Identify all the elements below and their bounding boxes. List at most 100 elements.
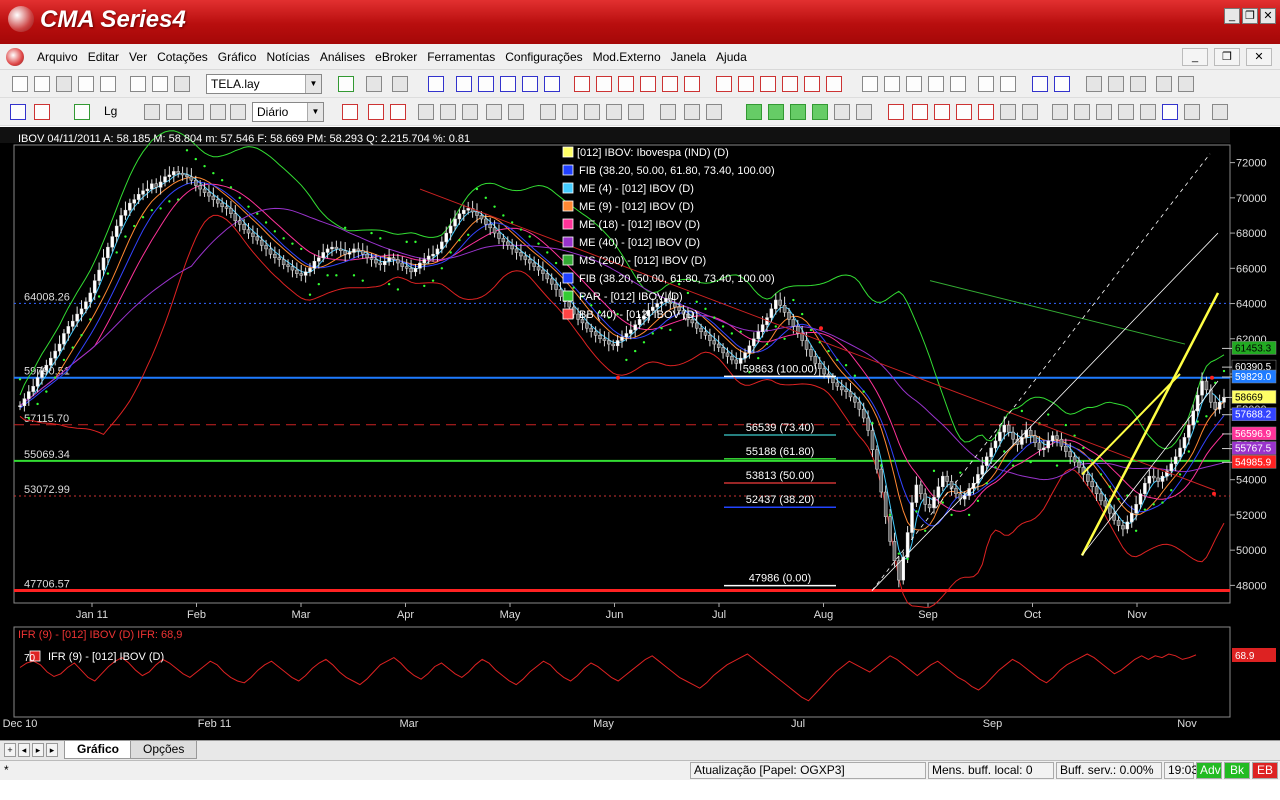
scale-icon[interactable] bbox=[1130, 76, 1146, 92]
layout-combo[interactable]: TELA.lay ▼ bbox=[206, 74, 322, 94]
menu-analises[interactable]: Análises bbox=[315, 50, 370, 64]
indicator-mo-icon[interactable] bbox=[684, 76, 700, 92]
new-file-icon[interactable] bbox=[12, 76, 28, 92]
green-box-4-icon[interactable] bbox=[812, 104, 828, 120]
gann-icon[interactable] bbox=[486, 104, 502, 120]
indicator-el-icon[interactable] bbox=[618, 76, 634, 92]
arrow-down-icon[interactable] bbox=[1054, 76, 1070, 92]
select-icon[interactable] bbox=[1022, 104, 1038, 120]
print-icon[interactable] bbox=[100, 76, 116, 92]
menu-grafico[interactable]: Gráfico bbox=[213, 50, 262, 64]
window-minimize-button[interactable]: _ bbox=[1224, 8, 1240, 24]
green-box-icon[interactable] bbox=[746, 104, 762, 120]
paste-icon[interactable] bbox=[152, 76, 168, 92]
tab-grafico[interactable]: Gráfico bbox=[64, 741, 133, 759]
cursor-icon[interactable] bbox=[1086, 76, 1102, 92]
menu-arquivo[interactable]: Arquivo bbox=[32, 50, 83, 64]
indicator-ifr-icon[interactable] bbox=[574, 76, 590, 92]
menu-noticias[interactable]: Notícias bbox=[261, 50, 314, 64]
line-step-icon[interactable] bbox=[978, 104, 994, 120]
fib-arc-icon[interactable] bbox=[462, 104, 478, 120]
menu-janela[interactable]: Janela bbox=[666, 50, 711, 64]
indicator-bb-icon[interactable] bbox=[500, 76, 516, 92]
zoom-out-icon[interactable] bbox=[862, 76, 878, 92]
pointer-icon[interactable] bbox=[1000, 104, 1016, 120]
indicator-vh-icon[interactable] bbox=[596, 76, 612, 92]
circle-tool-icon[interactable] bbox=[1074, 104, 1090, 120]
print-preview-icon[interactable] bbox=[78, 76, 94, 92]
line-down-icon[interactable] bbox=[956, 104, 972, 120]
menu-ajuda[interactable]: Ajuda bbox=[711, 50, 752, 64]
list-icon[interactable] bbox=[1156, 76, 1172, 92]
eraser-icon[interactable] bbox=[1184, 104, 1200, 120]
indicator-cci-icon[interactable] bbox=[760, 76, 776, 92]
chart-cursor-icon[interactable] bbox=[338, 76, 354, 92]
chart-type-icon[interactable] bbox=[10, 104, 26, 120]
rounded-rect-icon[interactable] bbox=[1118, 104, 1134, 120]
lg-label[interactable]: Lg bbox=[104, 104, 117, 118]
menu-cotacoes[interactable]: Cotações bbox=[152, 50, 213, 64]
grid-icon[interactable] bbox=[210, 104, 226, 120]
zoom-in-icon[interactable] bbox=[884, 76, 900, 92]
doc-minimize-button[interactable]: _ bbox=[1182, 48, 1208, 66]
indicator-est-icon[interactable] bbox=[640, 76, 656, 92]
fibonacci-icon[interactable] bbox=[418, 104, 434, 120]
window-restore-button[interactable]: ❐ bbox=[1242, 8, 1258, 24]
crosshair-icon[interactable] bbox=[1108, 76, 1124, 92]
save-icon[interactable] bbox=[56, 76, 72, 92]
first-tab-icon[interactable]: ◂ bbox=[18, 743, 30, 757]
delete-drawings-icon[interactable] bbox=[1212, 104, 1228, 120]
tri-icon[interactable] bbox=[706, 104, 722, 120]
indicator-fie-icon[interactable] bbox=[544, 76, 560, 92]
context-help-icon[interactable] bbox=[392, 76, 408, 92]
candles-icon[interactable] bbox=[34, 104, 50, 120]
doc-restore-button[interactable]: ❐ bbox=[1214, 48, 1240, 66]
chevron-down-icon[interactable]: ▼ bbox=[305, 75, 321, 93]
indicator-pf-icon[interactable] bbox=[522, 76, 538, 92]
indicator-vol-icon[interactable] bbox=[826, 76, 842, 92]
price-chart[interactable]: 7200070000680006600064000620006000058000… bbox=[0, 127, 1280, 740]
last-tab-icon[interactable]: ▸ bbox=[32, 743, 44, 757]
doc-close-button[interactable]: ✕ bbox=[1246, 48, 1272, 66]
menu-ver[interactable]: Ver bbox=[124, 50, 152, 64]
crosshair-icon[interactable] bbox=[188, 104, 204, 120]
parallel-icon[interactable] bbox=[368, 104, 384, 120]
speed-icon[interactable] bbox=[562, 104, 578, 120]
refresh-icon[interactable] bbox=[74, 104, 90, 120]
info-icon[interactable] bbox=[230, 104, 246, 120]
indicator-mac-icon[interactable] bbox=[716, 76, 732, 92]
chevron-down-icon[interactable]: ▼ bbox=[307, 103, 323, 121]
regression-icon[interactable] bbox=[606, 104, 622, 120]
indicator-tm-icon[interactable] bbox=[782, 76, 798, 92]
clipboard-icon[interactable] bbox=[174, 76, 190, 92]
menu-ebroker[interactable]: eBroker bbox=[370, 50, 422, 64]
zoom-fit-icon[interactable] bbox=[906, 76, 922, 92]
line-wave-icon[interactable] bbox=[934, 104, 950, 120]
scroll-tabs-icon[interactable]: ▸ bbox=[46, 743, 58, 757]
indicator-ms-icon[interactable] bbox=[428, 76, 444, 92]
menu-configuracoes[interactable]: Configurações bbox=[500, 50, 587, 64]
open-folder-icon[interactable] bbox=[34, 76, 50, 92]
scroll-right-icon[interactable] bbox=[1000, 76, 1016, 92]
rect-icon[interactable] bbox=[684, 104, 700, 120]
pan-icon[interactable] bbox=[144, 104, 160, 120]
triangle-tool-icon[interactable] bbox=[1140, 104, 1156, 120]
ellipse-icon[interactable] bbox=[660, 104, 676, 120]
indicator-me-icon[interactable] bbox=[456, 76, 472, 92]
target-icon[interactable] bbox=[834, 104, 850, 120]
elliott-icon[interactable] bbox=[628, 104, 644, 120]
arrow-up-icon[interactable] bbox=[1032, 76, 1048, 92]
line-flat-icon[interactable] bbox=[912, 104, 928, 120]
andrews-icon[interactable] bbox=[584, 104, 600, 120]
indicator-tx-icon[interactable] bbox=[804, 76, 820, 92]
document-icon[interactable] bbox=[6, 47, 24, 66]
pencil-icon[interactable] bbox=[1162, 104, 1178, 120]
copy-icon[interactable] bbox=[130, 76, 146, 92]
zoom-reset-icon[interactable] bbox=[950, 76, 966, 92]
cycle-icon[interactable] bbox=[540, 104, 556, 120]
window-close-button[interactable]: ✕ bbox=[1260, 8, 1276, 24]
rect-tool-icon[interactable] bbox=[1096, 104, 1112, 120]
chart-window[interactable]: 7200070000680006600064000620006000058000… bbox=[0, 127, 1280, 740]
line-up-icon[interactable] bbox=[888, 104, 904, 120]
scroll-left-icon[interactable] bbox=[978, 76, 994, 92]
